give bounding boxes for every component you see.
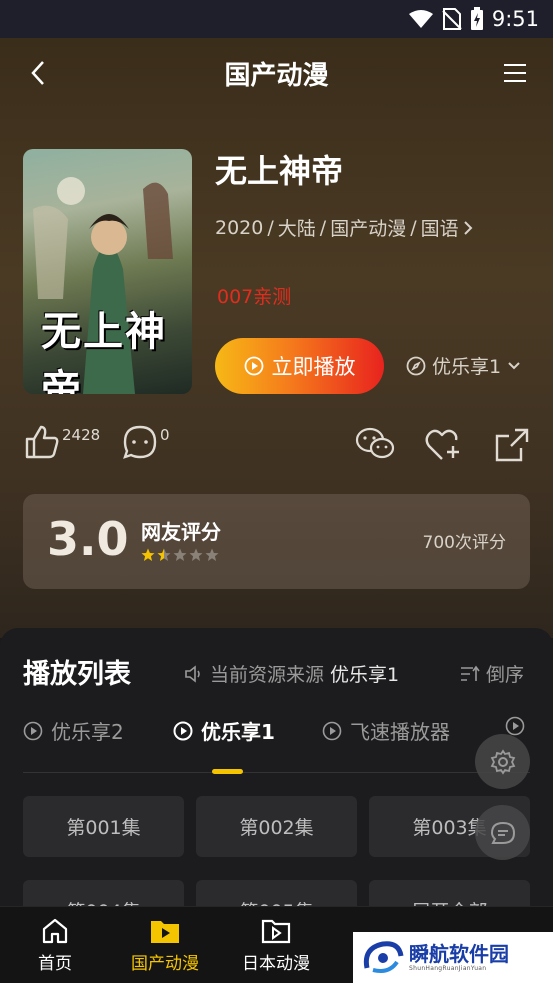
watermark-text: 瞬航软件园 (409, 942, 509, 966)
wechat-icon (355, 427, 395, 459)
gear-icon (490, 748, 515, 775)
star-empty-icon (173, 548, 187, 561)
page-title: 国产动漫 (224, 60, 329, 91)
share-icon (495, 428, 529, 462)
rating-stars (141, 548, 219, 562)
show-note: 007亲测 (217, 286, 292, 308)
expand-all-button[interactable]: 展开全部 (369, 880, 530, 908)
playlist-panel: 播放列表 当前资源来源 优乐享1 倒序 优乐享2 优乐享1 飞速播放器 第001集… (0, 628, 553, 908)
menu-button[interactable] (499, 57, 531, 89)
meta-language: 国语 (420, 218, 459, 240)
play-circle-icon (322, 721, 342, 740)
tab-label: 优乐享2 (51, 720, 124, 744)
source-selector-label: 优乐享1 (432, 356, 502, 378)
wifi-icon (408, 10, 433, 28)
poster-caption: 无上神帝 (41, 308, 167, 394)
nav-domestic-anime[interactable]: 国产动漫 (110, 907, 220, 983)
play-now-button[interactable]: 立即播放 (215, 338, 384, 394)
comment-icon (123, 425, 157, 459)
nav-label: 首页 (38, 954, 72, 974)
rating-label: 网友评分 (141, 520, 221, 544)
star-half-icon (157, 548, 171, 561)
source-selector[interactable]: 优乐享1 (406, 352, 521, 379)
watermark-swirl-icon (363, 940, 404, 973)
comment-count: 0 (160, 426, 170, 444)
sort-icon (461, 665, 480, 681)
menu-icon (503, 64, 526, 82)
meta-region: 大陆 (277, 218, 316, 240)
play-now-label: 立即播放 (271, 355, 356, 379)
show-title: 无上神帝 (215, 152, 344, 190)
meta-category: 国产动漫 (330, 218, 407, 240)
wechat-share-button[interactable] (355, 426, 395, 462)
meta-year: 2020 (215, 216, 264, 239)
play-circle-icon (23, 721, 43, 740)
current-source: 当前资源来源 优乐享1 (184, 660, 399, 687)
active-tab-indicator (212, 769, 243, 774)
heart-plus-icon (425, 429, 459, 460)
tab-label: 飞速播放器 (350, 720, 450, 744)
current-source-name: 优乐享1 (330, 664, 400, 686)
favorite-button[interactable] (425, 428, 463, 462)
battery-charging-icon (470, 7, 483, 30)
chevron-left-icon (31, 61, 44, 85)
star-empty-icon (205, 548, 219, 561)
episode-button[interactable]: 第005集 (196, 880, 357, 908)
tabs-divider (23, 772, 530, 773)
play-circle-icon (505, 716, 525, 736)
episode-button[interactable]: 第004集 (23, 880, 184, 908)
show-meta[interactable]: 2020 / 大陆 / 国产动漫 / 国语 (215, 214, 473, 241)
playlist-title: 播放列表 (23, 659, 131, 690)
comment-button[interactable]: 0 (122, 424, 170, 460)
like-count: 2428 (62, 426, 101, 444)
current-source-prefix: 当前资源来源 (210, 664, 325, 686)
rating-score: 3.0 (47, 512, 129, 566)
chat-float-button[interactable] (475, 805, 530, 860)
nav-label: 日本动漫 (242, 954, 310, 974)
thumbs-up-icon (25, 425, 59, 459)
rating-card: 3.0 网友评分 700次评分 (23, 494, 530, 589)
tab-label: 优乐享1 (201, 720, 275, 744)
video-folder-icon (151, 921, 179, 943)
top-bar: 国产动漫 (0, 38, 553, 108)
sort-order-button[interactable]: 倒序 (460, 660, 524, 687)
speaker-icon (185, 664, 200, 683)
no-sim-icon (442, 8, 462, 30)
like-button[interactable]: 2428 (24, 424, 100, 460)
meta-separator: / (410, 216, 417, 239)
episode-button[interactable]: 第001集 (23, 796, 184, 857)
chevron-right-icon (463, 220, 473, 235)
status-time: 9:51 (491, 7, 539, 31)
meta-separator: / (319, 216, 327, 239)
source-tabs: 优乐享2 优乐享1 飞速播放器 (0, 716, 553, 776)
message-icon (490, 821, 515, 844)
episode-button[interactable]: 第002集 (196, 796, 357, 857)
nav-home[interactable]: 首页 (0, 907, 110, 983)
tab-source-1[interactable]: 优乐享2 (23, 716, 124, 745)
tab-source-more[interactable] (505, 716, 525, 736)
star-icon (141, 548, 155, 561)
sort-order-label: 倒序 (486, 664, 525, 686)
compass-icon (406, 356, 426, 375)
home-icon (42, 918, 68, 944)
tab-source-2[interactable]: 优乐享1 (173, 716, 275, 745)
chevron-down-icon (508, 361, 520, 369)
settings-float-button[interactable] (475, 734, 530, 789)
play-circle-icon (173, 721, 193, 740)
rating-count: 700次评分 (422, 533, 506, 553)
video-folder-icon (261, 919, 291, 944)
share-button[interactable] (495, 428, 529, 462)
show-poster[interactable]: 无上神帝 (23, 149, 192, 394)
watermark-subtext: ShunHangRuanJianYuan (409, 965, 487, 972)
watermark-logo: 瞬航软件园 ShunHangRuanJianYuan (353, 932, 553, 983)
action-row: 2428 0 (0, 422, 553, 472)
nav-label: 国产动漫 (131, 954, 199, 974)
tab-source-3[interactable]: 飞速播放器 (322, 716, 450, 745)
play-circle-icon (244, 356, 263, 376)
meta-separator: / (267, 216, 274, 239)
status-bar: 9:51 (0, 0, 553, 38)
back-button[interactable] (22, 57, 54, 89)
star-empty-icon (189, 548, 203, 561)
nav-japanese-anime[interactable]: 日本动漫 (221, 907, 331, 983)
